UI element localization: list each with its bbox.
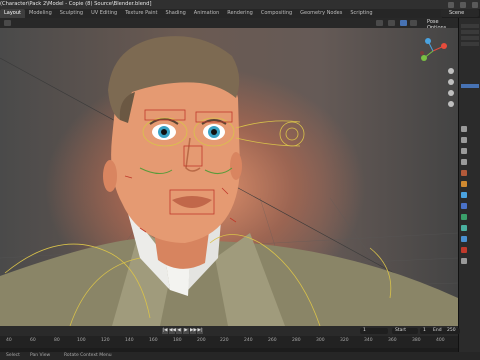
status-bar: Select Pan View Rotate Context Menu — [0, 352, 480, 360]
scene-selector[interactable]: Scene — [441, 9, 479, 17]
jump-end-icon[interactable]: ▶| — [197, 328, 203, 334]
camera-icon[interactable] — [448, 2, 454, 8]
tab-uv-editing[interactable]: UV Editing — [87, 9, 121, 18]
viewport-header: Pose Options — [0, 18, 458, 31]
ruler-tick: 40 — [6, 338, 12, 343]
object-icon[interactable] — [461, 181, 467, 187]
properties-panel — [458, 18, 480, 360]
jump-start-icon[interactable]: |◀ — [162, 328, 168, 334]
editor-type-icon[interactable] — [4, 20, 11, 26]
overlay-icon[interactable] — [376, 20, 383, 26]
ruler-tick: 80 — [54, 338, 60, 343]
material-shading-icon[interactable] — [410, 20, 417, 26]
outliner-row[interactable] — [461, 24, 479, 28]
property-tabs — [461, 126, 467, 264]
data-icon[interactable] — [461, 236, 467, 242]
render-icon[interactable] — [461, 137, 467, 143]
view-layer-icon[interactable] — [461, 159, 467, 165]
material-icon[interactable] — [461, 247, 467, 253]
camera-view-icon[interactable] — [448, 90, 454, 96]
tab-modeling[interactable]: Modeling — [25, 9, 56, 18]
window-icon[interactable] — [472, 2, 478, 8]
constraints-icon[interactable] — [461, 225, 467, 231]
ruler-tick: 280 — [292, 338, 301, 343]
tab-texture-paint[interactable]: Texture Paint — [121, 9, 161, 18]
settings-icon[interactable] — [460, 2, 466, 8]
solid-shading-icon[interactable] — [400, 20, 407, 26]
texture-icon[interactable] — [461, 258, 467, 264]
window-title: (Character\Pack 2\Model - Copie (8) Sour… — [0, 1, 152, 7]
modifier-icon[interactable] — [461, 192, 467, 198]
ruler-tick: 160 — [149, 338, 158, 343]
ruler-tick: 380 — [412, 338, 421, 343]
ruler-tick: 340 — [364, 338, 373, 343]
outliner-row-selected[interactable] — [461, 84, 479, 88]
viewport-nav-tools — [448, 68, 454, 107]
tab-geometry-nodes[interactable]: Geometry Nodes — [296, 9, 346, 18]
ruler-tick: 260 — [268, 338, 277, 343]
timeline-ruler[interactable]: 40 60 80 100 120 140 160 180 200 220 240… — [0, 336, 458, 348]
ruler-tick: 300 — [316, 338, 325, 343]
play-reverse-icon[interactable]: ◀ — [176, 328, 182, 334]
start-label: Start — [392, 328, 418, 334]
ruler-tick: 200 — [197, 338, 206, 343]
ruler-tick: 100 — [77, 338, 86, 343]
scene-icon[interactable] — [461, 170, 467, 176]
timeline-header: |◀ ◀◀ ◀ ▶ ▶▶ ▶| 1 Start 1 End 250 — [0, 326, 460, 336]
ruler-tick: 220 — [220, 338, 229, 343]
prev-key-icon[interactable]: ◀◀ — [169, 328, 176, 334]
ruler-tick: 400 — [436, 338, 445, 343]
outliner-row[interactable] — [461, 36, 479, 40]
grid-view-icon[interactable] — [448, 101, 454, 107]
physics-icon[interactable] — [461, 214, 467, 220]
status-pan-view: Pan View — [30, 353, 51, 358]
tab-rendering[interactable]: Rendering — [223, 9, 257, 18]
ruler-tick: 360 — [388, 338, 397, 343]
ruler-tick: 60 — [30, 338, 36, 343]
scene-name: Scene — [449, 10, 465, 16]
zoom-icon[interactable] — [448, 68, 454, 74]
tab-scripting[interactable]: Scripting — [346, 9, 376, 18]
ruler-tick: 140 — [125, 338, 134, 343]
next-key-icon[interactable]: ▶▶ — [190, 328, 197, 334]
playback-controls: |◀ ◀◀ ◀ ▶ ▶▶ ▶| — [162, 328, 203, 334]
tab-animation[interactable]: Animation — [190, 9, 224, 18]
tab-layout[interactable]: Layout — [0, 9, 25, 18]
tab-shading[interactable]: Shading — [161, 9, 189, 18]
particles-icon[interactable] — [461, 203, 467, 209]
title-bar: (Character\Pack 2\Model - Copie (8) Sour… — [0, 0, 480, 9]
ruler-tick: 180 — [173, 338, 182, 343]
top-icons — [448, 1, 478, 9]
xray-icon[interactable] — [388, 20, 395, 26]
outliner-row[interactable] — [461, 30, 479, 34]
outliner-row[interactable] — [461, 42, 479, 46]
status-select: Select — [6, 353, 20, 358]
workspace-tabs: Layout Modeling Sculpting UV Editing Tex… — [0, 9, 442, 18]
ruler-tick: 240 — [244, 338, 253, 343]
output-icon[interactable] — [461, 148, 467, 154]
navigation-gizmo[interactable] — [418, 36, 448, 66]
ruler-tick: 320 — [340, 338, 349, 343]
ruler-tick: 120 — [101, 338, 110, 343]
tab-sculpting[interactable]: Sculpting — [56, 9, 87, 18]
tab-compositing[interactable]: Compositing — [257, 9, 296, 18]
status-context-menu: Rotate Context Menu — [64, 353, 112, 358]
tool-icon[interactable] — [461, 126, 467, 132]
end-field[interactable]: 250 — [444, 328, 460, 334]
character-render — [0, 36, 458, 326]
viewport-3d[interactable] — [0, 28, 458, 326]
pan-hand-icon[interactable] — [448, 79, 454, 85]
play-icon[interactable]: ▶ — [183, 328, 189, 334]
current-frame-field[interactable]: 1 — [360, 328, 388, 334]
